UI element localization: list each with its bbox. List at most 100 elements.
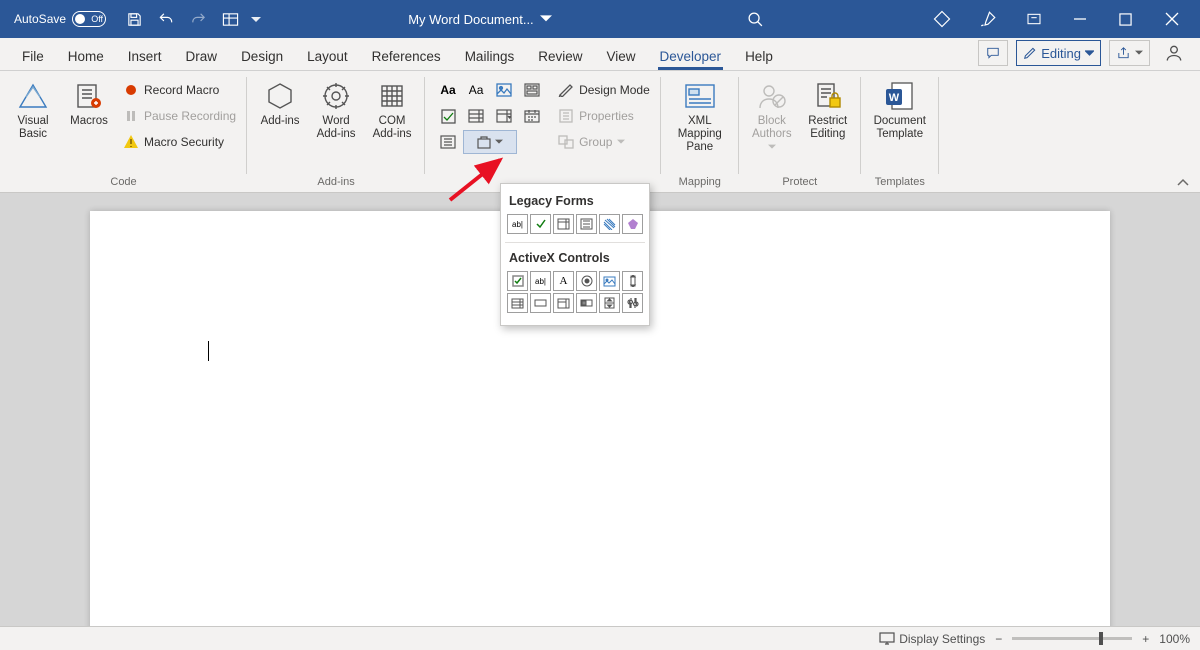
group-protect: Block Authors Restrict Editing Protect	[739, 71, 861, 192]
redo-icon[interactable]	[184, 5, 212, 33]
tab-file[interactable]: File	[10, 42, 56, 70]
design-mode-icon	[558, 83, 574, 97]
editing-mode-button[interactable]: Editing	[1016, 40, 1101, 66]
ax-more-controls-icon[interactable]	[622, 293, 643, 313]
tab-home[interactable]: Home	[56, 42, 116, 70]
quick-access-toolbar	[120, 5, 264, 33]
window-controls	[920, 0, 1194, 38]
ribbon: Visual Basic Macros Record Macro Pause R…	[0, 71, 1200, 193]
group-templates: WDocument Template Templates	[861, 71, 939, 192]
zoom-out-button[interactable]: −	[995, 632, 1002, 646]
chevron-down-icon	[495, 138, 503, 146]
tab-references[interactable]: References	[360, 42, 453, 70]
share-button[interactable]	[1109, 40, 1150, 66]
tab-draw[interactable]: Draw	[174, 42, 230, 70]
account-button[interactable]	[1158, 40, 1190, 66]
ax-scrollbar-icon[interactable]	[622, 271, 643, 291]
search-icon	[747, 11, 764, 28]
group-label: Code	[110, 176, 136, 190]
insert-frame-icon[interactable]	[576, 214, 597, 234]
text-cursor	[208, 341, 209, 361]
word-addins-icon	[321, 79, 351, 113]
ax-checkbox-icon[interactable]	[507, 271, 528, 291]
document-title[interactable]: My Word Document...	[408, 12, 551, 27]
collapse-ribbon-button[interactable]	[1176, 178, 1190, 188]
close-button[interactable]	[1150, 0, 1194, 38]
tab-view[interactable]: View	[594, 42, 647, 70]
addins-button[interactable]: Add-ins	[253, 75, 307, 128]
brush-icon[interactable]	[966, 0, 1010, 38]
xml-mapping-button[interactable]: XML Mapping Pane	[667, 75, 733, 155]
save-icon[interactable]	[120, 5, 148, 33]
addins-icon	[265, 79, 295, 113]
restrict-editing-icon	[813, 79, 843, 113]
document-template-button[interactable]: WDocument Template	[867, 75, 933, 141]
tab-design[interactable]: Design	[229, 42, 295, 70]
search-button[interactable]	[736, 11, 776, 28]
com-addins-button[interactable]: COM Add-ins	[365, 75, 419, 141]
text-form-field-icon[interactable]: ab|	[507, 214, 528, 234]
rich-text-control-icon[interactable]: Aa	[435, 78, 461, 102]
visual-basic-button[interactable]: Visual Basic	[6, 75, 60, 141]
diamond-icon[interactable]	[920, 0, 964, 38]
comments-button[interactable]	[978, 40, 1008, 66]
repeating-section-control-icon[interactable]	[435, 130, 461, 154]
ax-command-button-icon[interactable]	[530, 293, 551, 313]
zoom-in-button[interactable]: +	[1142, 632, 1149, 646]
picture-control-icon[interactable]	[491, 78, 517, 102]
plain-text-control-icon[interactable]: Aa	[463, 78, 489, 102]
tab-help[interactable]: Help	[733, 42, 785, 70]
dropdown-form-field-icon[interactable]	[553, 214, 574, 234]
combobox-control-icon[interactable]	[463, 104, 489, 128]
dropdown-control-icon[interactable]	[491, 104, 517, 128]
xml-mapping-icon	[683, 79, 717, 113]
form-field-shading-icon[interactable]	[599, 214, 620, 234]
chevron-down-icon	[1085, 49, 1094, 58]
chevron-down-icon	[768, 143, 776, 151]
checkbox-control-icon[interactable]	[435, 104, 461, 128]
tab-insert[interactable]: Insert	[116, 42, 174, 70]
legacy-tools-button[interactable]	[463, 130, 517, 154]
tab-review[interactable]: Review	[526, 42, 594, 70]
com-addins-icon	[377, 79, 407, 113]
document-template-icon: W	[884, 79, 916, 113]
checkbox-form-field-icon[interactable]	[530, 214, 551, 234]
minimize-button[interactable]	[1058, 0, 1102, 38]
ax-combobox-icon[interactable]	[553, 293, 574, 313]
maximize-button[interactable]	[1104, 0, 1148, 38]
ax-spin-button-icon[interactable]	[599, 293, 620, 313]
building-block-control-icon[interactable]	[519, 78, 545, 102]
ax-label-icon[interactable]: A	[553, 271, 574, 291]
macros-icon	[74, 79, 104, 113]
record-macro-button[interactable]: Record Macro	[118, 78, 241, 102]
group-controls: Aa Aa Design Mode Properties Group	[425, 71, 661, 192]
reset-form-fields-icon[interactable]	[622, 214, 643, 234]
design-mode-button[interactable]: Design Mode	[553, 78, 655, 102]
tab-layout[interactable]: Layout	[295, 42, 360, 70]
display-settings-button[interactable]: Display Settings	[879, 632, 985, 646]
activex-controls-heading: ActiveX Controls	[507, 247, 643, 271]
macros-button[interactable]: Macros	[62, 75, 116, 128]
ax-listbox-icon[interactable]	[507, 293, 528, 313]
tab-developer[interactable]: Developer	[648, 42, 734, 70]
ax-toggle-button-icon[interactable]	[576, 293, 597, 313]
word-addins-button[interactable]: Word Add-ins	[309, 75, 363, 141]
ax-textbox-icon[interactable]: ab|	[530, 271, 551, 291]
macro-security-button[interactable]: Macro Security	[118, 130, 241, 154]
ax-option-button-icon[interactable]	[576, 271, 597, 291]
group-addins: Add-ins Word Add-ins COM Add-ins Add-ins	[247, 71, 425, 192]
window-mode-icon[interactable]	[1012, 0, 1056, 38]
autosave-toggle[interactable]: AutoSave Off	[14, 11, 106, 27]
block-authors-icon	[757, 79, 787, 113]
pause-icon	[123, 108, 139, 124]
date-picker-control-icon[interactable]	[519, 104, 545, 128]
chevron-down-icon	[1135, 49, 1143, 57]
restrict-editing-button[interactable]: Restrict Editing	[801, 75, 855, 141]
tab-mailings[interactable]: Mailings	[453, 42, 527, 70]
zoom-level[interactable]: 100%	[1159, 632, 1190, 646]
undo-icon[interactable]	[152, 5, 180, 33]
ax-image-icon[interactable]	[599, 271, 620, 291]
zoom-slider[interactable]	[1012, 637, 1132, 640]
table-icon[interactable]	[216, 5, 244, 33]
qat-customize-icon[interactable]	[248, 5, 264, 33]
